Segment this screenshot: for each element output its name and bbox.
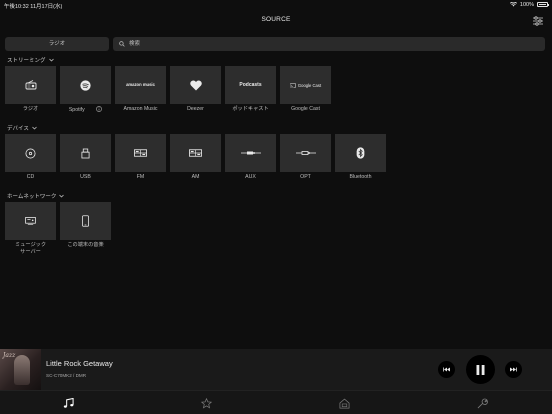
source-tile-google-cast[interactable]: Google Cast [280, 66, 331, 104]
source-label-podcasts: ポッドキャスト [232, 106, 269, 112]
source-label-aux: AUX [245, 174, 256, 180]
chevron-down-icon [59, 194, 65, 198]
source-tile-usb[interactable] [60, 134, 111, 172]
radio-icon [25, 80, 36, 90]
tab-favorites[interactable] [198, 395, 214, 411]
header: SOURCE [0, 12, 552, 30]
section-home-network-header[interactable]: ホームネットワーク [7, 192, 65, 200]
source-label-this-device: この端末の音楽 [67, 242, 104, 248]
pause-icon [476, 364, 485, 375]
wifi-icon [509, 2, 517, 7]
cable-icon [240, 151, 261, 155]
source-tile-radio[interactable] [5, 66, 56, 104]
tab-music[interactable] [60, 395, 76, 411]
playback-device: SC-C70MK2 / DMR [46, 373, 87, 378]
source-label-spotify: Spotify [60, 106, 111, 114]
tab-home[interactable] [336, 395, 352, 411]
music-note-icon [63, 397, 74, 408]
podcasts-logo: Podcasts [239, 82, 262, 88]
previous-button[interactable] [438, 361, 455, 378]
battery-icon [537, 2, 549, 7]
song-title: Little Rock Getaway [46, 359, 113, 368]
deezer-heart-icon [189, 79, 202, 90]
cast-icon [290, 82, 296, 88]
page-title: SOURCE [261, 16, 291, 23]
optical-cable-icon [295, 151, 316, 155]
battery-percent: 100% [519, 1, 534, 8]
album-art-text: Jazz [3, 352, 16, 359]
home-icon [339, 398, 349, 408]
previous-icon [443, 367, 450, 372]
star-icon [200, 397, 212, 408]
source-tile-this-device[interactable] [60, 202, 111, 240]
source-tile-music-server[interactable] [5, 202, 56, 240]
source-label-radio: ラジオ [22, 106, 39, 112]
status-time: 午後10:32 11月17日(水) [4, 3, 63, 10]
chevron-down-icon [48, 58, 54, 62]
status-bar: 午後10:32 11月17日(水) 100% [0, 0, 552, 10]
pause-button[interactable] [466, 355, 495, 384]
source-tile-am[interactable] [170, 134, 221, 172]
source-tile-podcasts[interactable]: Podcasts [225, 66, 276, 104]
next-icon [510, 367, 517, 372]
source-tile-amazon-music[interactable]: amazon music [115, 66, 166, 104]
section-streaming-header[interactable]: ストリーミング [7, 56, 54, 64]
settings-sliders-icon[interactable] [532, 15, 544, 27]
source-tile-opt[interactable] [280, 134, 331, 172]
source-label-opt: OPT [300, 174, 311, 180]
source-label-cd: CD [26, 174, 35, 180]
radio-button[interactable]: ラジオ [5, 37, 109, 51]
source-label-usb: USB [80, 174, 91, 180]
section-devices-header[interactable]: デバイス [7, 124, 37, 132]
source-label-am: AM [191, 174, 200, 180]
phone-icon [82, 215, 89, 227]
search-icon [119, 41, 125, 47]
source-label-google-cast: Google Cast [291, 106, 320, 112]
source-tile-deezer[interactable] [170, 66, 221, 104]
tab-bar [0, 390, 552, 414]
spotify-icon [80, 79, 91, 91]
amazon-music-logo: amazon music [126, 81, 155, 87]
media-server-icon [25, 217, 36, 225]
tab-tools[interactable] [474, 395, 490, 411]
tuner-icon [134, 149, 147, 157]
source-label-deezer: Deezer [187, 106, 204, 112]
tuner-icon [189, 149, 202, 157]
search-input[interactable]: 検索 [113, 37, 545, 51]
source-tile-aux[interactable] [225, 134, 276, 172]
album-art[interactable]: Jazz [0, 349, 41, 390]
chevron-down-icon [32, 126, 37, 130]
now-playing-bar[interactable]: Jazz Little Rock Getaway SC-C70MK2 / DMR [0, 349, 552, 390]
source-tile-cd[interactable] [5, 134, 56, 172]
next-button[interactable] [505, 361, 522, 378]
source-label-bluetooth: Bluetooth [349, 174, 372, 180]
search-placeholder: 検索 [129, 41, 141, 47]
source-label-music-server: ミュージック サーバー [14, 242, 47, 255]
info-icon[interactable] [96, 106, 103, 112]
source-label-amazon-music: Amazon Music [123, 106, 158, 112]
google-cast-logo: Google Cast [290, 83, 321, 88]
wrench-icon [477, 398, 488, 408]
source-tile-bluetooth[interactable] [335, 134, 386, 172]
usb-icon [81, 148, 90, 158]
bluetooth-icon [356, 147, 365, 159]
disc-icon [25, 148, 36, 158]
source-tile-fm[interactable] [115, 134, 166, 172]
source-label-fm: FM [136, 174, 145, 180]
source-tile-spotify[interactable] [60, 66, 111, 104]
